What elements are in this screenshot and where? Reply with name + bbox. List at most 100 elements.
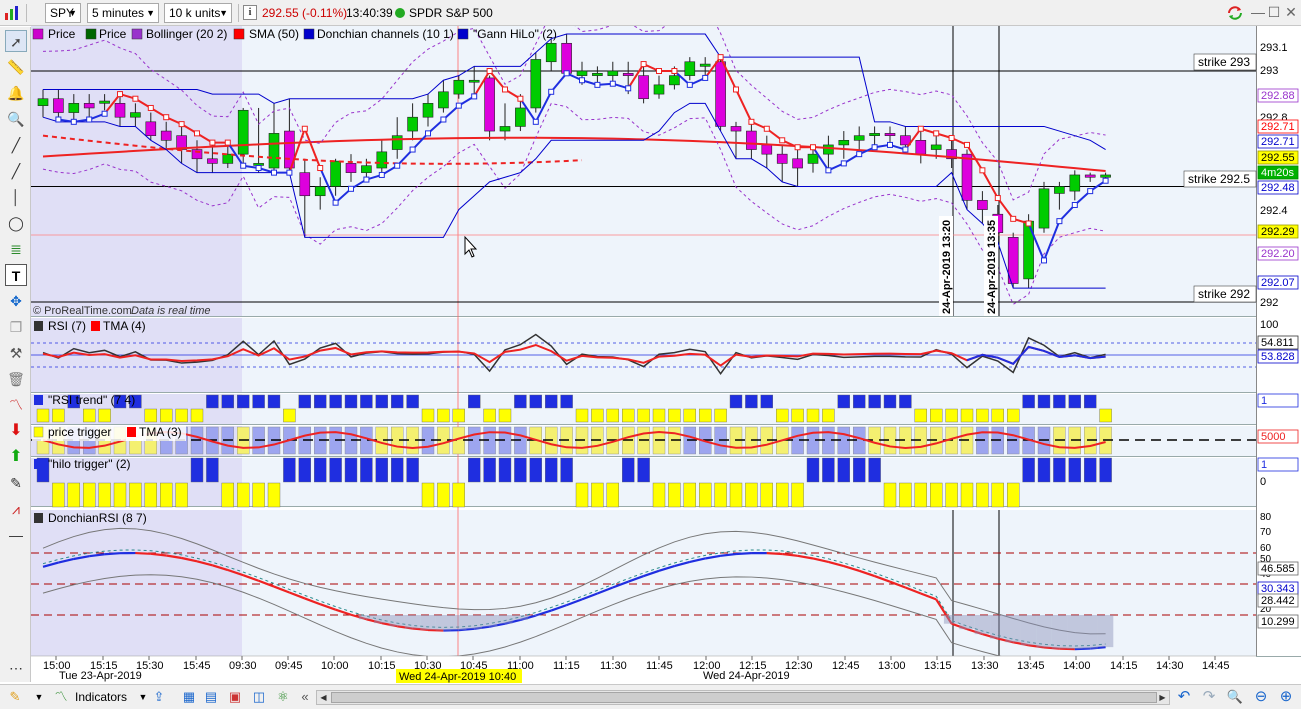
minimize-icon[interactable]: — <box>1250 4 1266 20</box>
legend-price-2[interactable]: Price <box>99 27 127 41</box>
strike-292-label[interactable]: strike 292 <box>1198 287 1250 301</box>
badge-text: 10.299 <box>1261 616 1295 628</box>
time-axis[interactable]: 15:00 15:15 15:30 15:45 09:30 09:45 10:00 10:15… <box>31 655 1256 684</box>
scroll-right-icon[interactable]: ▶ <box>1156 691 1169 704</box>
undo-icon[interactable]: ↶ <box>1175 688 1193 706</box>
trend-down-block <box>190 408 204 423</box>
info-button[interactable]: i <box>243 5 257 20</box>
legend-sma[interactable]: SMA (50) <box>249 27 299 41</box>
timeframe-selector[interactable]: 5 minutes ▼ <box>87 3 159 23</box>
pointer-icon[interactable]: ➚ <box>5 30 27 52</box>
trend-down-block <box>283 408 296 423</box>
hilo-down-block <box>930 482 943 508</box>
instrument-name: SPDR S&P 500 <box>409 6 493 20</box>
price-trigger-title[interactable]: price trigger <box>48 425 111 439</box>
previous-session-shade <box>31 510 242 656</box>
bullish-candle <box>823 144 834 155</box>
units-selector[interactable]: 10 k units ▼ <box>164 3 232 23</box>
indicators-button[interactable]: Indicators <box>75 688 127 707</box>
window-icon[interactable]: ◫ <box>250 688 268 706</box>
legend-donchian[interactable]: Donchian channels (10 1) <box>317 27 454 41</box>
close-icon[interactable]: ✕ <box>1283 4 1299 21</box>
comment-icon[interactable]: ▤ <box>202 688 220 706</box>
price-badge: 292.71 <box>1257 119 1299 134</box>
sync-icon[interactable] <box>1226 5 1244 21</box>
symbol-selector[interactable]: SPY ▼ <box>45 3 81 23</box>
ruler-icon[interactable]: 📏 <box>5 56 27 78</box>
rsi-trend-title[interactable]: "RSI trend" (7 4) <box>48 393 135 407</box>
time-tick-label: 14:45 <box>1202 660 1230 672</box>
tools-icon[interactable]: ⚒ <box>5 342 27 364</box>
bullish-candle <box>376 151 388 169</box>
gann-hilo-point <box>563 70 570 77</box>
sell-arrow-icon[interactable]: ⬇ <box>5 420 27 442</box>
alert-bell-icon[interactable]: 🔔 <box>5 82 27 104</box>
gann-hilo-point <box>486 68 493 74</box>
zoom-out-icon[interactable]: ⊖ <box>1252 688 1270 706</box>
gann-hilo-point <box>671 68 678 74</box>
chart-add-icon[interactable]: ▦ <box>180 688 198 706</box>
drawing-toolbar: ➚ 📏 🔔 🔍 ╱ ╱ │ ◯ ≣ T ✥ ❐ ⚒ 🗑 〽 ⬇ ⬆ ✎ ⩘ — … <box>0 27 31 682</box>
line-icon[interactable]: ╱ <box>5 160 27 182</box>
bullish-candle <box>653 84 665 95</box>
text-tool-icon[interactable]: T <box>5 264 27 286</box>
bearish-candle <box>884 133 896 136</box>
hilo-down-block <box>575 482 589 508</box>
tma-title[interactable]: TMA (4) <box>103 319 146 333</box>
scroll-left-icon[interactable]: ◀ <box>317 691 330 704</box>
hilo-title[interactable]: "hilo trigger" (2) <box>48 457 131 471</box>
scroll-left-fast-icon[interactable]: « <box>296 688 314 706</box>
zoom-in-icon[interactable]: ⊕ <box>1277 688 1295 706</box>
chevron-down-icon[interactable]: ▼ <box>30 688 48 706</box>
rsi-title[interactable]: RSI (7) <box>48 319 86 333</box>
strike-293-label[interactable]: strike 293 <box>1198 55 1250 69</box>
share-icon[interactable]: ⇪ <box>150 688 168 706</box>
legend-gann[interactable]: "Gann HiLo" (2) <box>473 27 557 41</box>
zoom-icon[interactable]: 🔍 <box>5 108 27 130</box>
hilo-down-block <box>991 482 1004 508</box>
strike-292-5-label[interactable]: strike 292.5 <box>1188 172 1250 186</box>
tma3-title[interactable]: TMA (3) <box>139 425 182 439</box>
horizontal-line-icon[interactable]: — <box>5 524 27 546</box>
move-icon[interactable]: ✥ <box>5 290 27 312</box>
drsi-oversold-shade <box>1005 615 1021 643</box>
chevron-down-icon: ▼ <box>146 8 155 18</box>
chart-area[interactable]: Price Price Bollinger (20 2) SMA (50) Do… <box>31 26 1301 684</box>
gann-hilo-point <box>317 165 324 172</box>
trend-up-block <box>560 394 573 409</box>
trend-up-block <box>206 394 219 409</box>
ellipse-icon[interactable]: ◯ <box>5 212 27 234</box>
trend-down-block <box>1099 408 1112 423</box>
pencil-icon[interactable]: ✎ <box>5 472 27 494</box>
pattern-icon[interactable]: ⩘ <box>5 498 27 520</box>
horizontal-scrollbar[interactable]: ◀ ▶ <box>316 690 1170 705</box>
drsi-title[interactable]: DonchianRSI (8 7) <box>48 511 147 525</box>
price-badge: 292.88 <box>1257 88 1299 103</box>
drsi-oversold-shade <box>497 615 513 624</box>
hilo-up-block <box>1037 457 1051 483</box>
vertical-line-icon[interactable]: │ <box>5 186 27 208</box>
hilo-up-block <box>498 457 512 483</box>
trend-indicator-icon[interactable]: 〽 <box>5 394 27 416</box>
legend-bollinger[interactable]: Bollinger (20 2) <box>146 27 227 41</box>
list-icon[interactable]: ▣ <box>226 688 244 706</box>
gann-hilo-point <box>656 68 662 74</box>
legend-price-1[interactable]: Price <box>48 27 76 41</box>
more-icon[interactable]: ⋯ <box>5 657 27 679</box>
gann-hilo-point <box>686 81 693 88</box>
fibonacci-icon[interactable]: ≣ <box>5 238 27 260</box>
zoom-fit-icon[interactable]: 🔍 <box>1226 688 1244 706</box>
buy-arrow-icon[interactable]: ⬆ <box>5 446 27 468</box>
redo-icon[interactable]: ↷ <box>1200 688 1218 706</box>
badge-text: 292.55 <box>1261 152 1295 164</box>
time-tick-label: 13:00 <box>878 660 906 672</box>
program-icon[interactable]: ⚛ <box>274 688 292 706</box>
trash-icon[interactable]: 🗑 <box>5 368 27 390</box>
scrollbar-thumb[interactable] <box>331 692 1157 703</box>
maximize-icon[interactable]: ☐ <box>1266 4 1282 21</box>
trend-up-block <box>545 394 558 409</box>
segment-icon[interactable]: ╱ <box>5 134 27 156</box>
copy-icon[interactable]: ❐ <box>5 316 27 338</box>
drawing-pencil-icon[interactable]: ✎ <box>6 688 24 706</box>
drsi-oversold-shade <box>1097 615 1114 648</box>
